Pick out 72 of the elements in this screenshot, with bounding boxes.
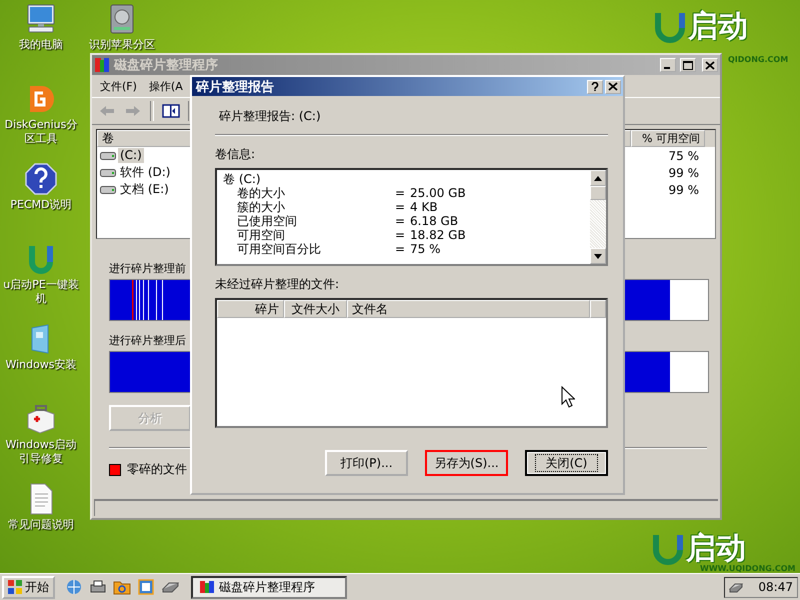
window-title: 磁盘碎片整理程序 [114,56,219,74]
column-header[interactable]: 文件名 [347,300,590,318]
clock: 08:47 [758,580,793,594]
info-label: 可用空间 [237,228,286,242]
drive-icon [100,184,116,194]
info-value: 4 KB [410,200,439,214]
info-label: 卷的大小 [237,186,286,200]
four-squares-icon[interactable] [8,580,22,594]
free-space-value: 75 % [668,148,700,162]
drive-icon [100,168,116,178]
report-heading: 碎片整理报告: (C:) [218,108,322,125]
column-header[interactable]: 碎片 [217,300,284,318]
dialog-button[interactable]: 另存为(S)... [425,450,508,476]
free-space-value: 99 % [668,182,700,196]
column-header[interactable]: % 可用空间 [631,130,705,147]
scrollbar[interactable] [590,170,606,264]
u-logo-icon [652,10,688,44]
scrollbar-thumb[interactable] [590,186,606,200]
info-value: 18.82 GB [410,228,467,242]
section-label: 进行碎片整理前 [109,261,186,277]
section-label: 进行碎片整理后 [109,333,186,349]
volume-name[interactable]: 软件 (D:) [118,165,172,180]
scroll-up-arrow-icon[interactable] [594,176,602,180]
equals-sign: = [395,214,406,228]
info-value: 75 % [410,242,442,256]
u-logo-icon [650,532,686,566]
menu-item[interactable]: 操作(A [148,78,183,94]
close-button[interactable] [702,58,718,72]
info-label: 可用空间百分比 [237,242,322,256]
scroll-down-arrow-icon[interactable] [594,254,602,258]
taskbar-button[interactable]: 磁盘碎片整理程序 [191,576,347,598]
globe-icon[interactable] [65,578,83,596]
help-button[interactable] [587,80,603,94]
info-label: 簇的大小 [237,200,286,214]
window-icon[interactable] [137,578,155,596]
section-label: 卷信息: [215,146,256,162]
close-icon[interactable] [608,82,618,91]
close-button[interactable] [605,80,621,94]
brand-logo-text: 启动 [688,11,748,43]
close-icon[interactable] [705,60,715,70]
info-value: 6.18 GB [410,214,460,228]
volume-info-heading: 卷 (C:) [223,172,262,186]
legend-label: 零碎的文件 [127,461,187,478]
pane-toggle-icon[interactable] [162,103,180,119]
dialog-button[interactable]: 关闭(C) [525,450,608,476]
equals-sign: = [395,228,406,242]
drive-icon [100,150,116,160]
maximize-icon[interactable] [683,60,693,70]
info-value: 25.00 GB [410,186,467,200]
minimize-button[interactable] [660,58,676,72]
section-label: 未经过碎片整理的文件: [215,276,340,292]
app-icon [94,57,110,73]
dialog-button[interactable]: 打印(P)... [325,450,408,476]
maximize-button[interactable] [680,58,696,72]
equals-sign: = [395,186,406,200]
dialog-title: 碎片整理报告 [196,78,275,96]
volume-name[interactable]: 文档 (E:) [118,182,171,197]
volume-name[interactable]: (C:) [118,148,144,163]
free-space-value: 99 % [668,166,700,180]
website-url: WWW.UQIDONG.COM [700,564,796,573]
drive-icon[interactable] [729,581,743,593]
app-icon[interactable] [199,579,215,595]
brand-logo-text: 启动 [686,533,746,565]
help-icon[interactable] [590,82,600,91]
mouse-pointer-icon [561,386,575,408]
start-button[interactable]: 开始 [2,576,55,598]
equals-sign: = [395,242,406,256]
equals-sign: = [395,200,406,214]
info-label: 已使用空间 [237,214,298,228]
menu-item[interactable]: 文件(F) [100,78,137,94]
column-header[interactable]: 文件大小 [284,300,347,318]
website-url: QIDONG.COM [728,55,788,64]
